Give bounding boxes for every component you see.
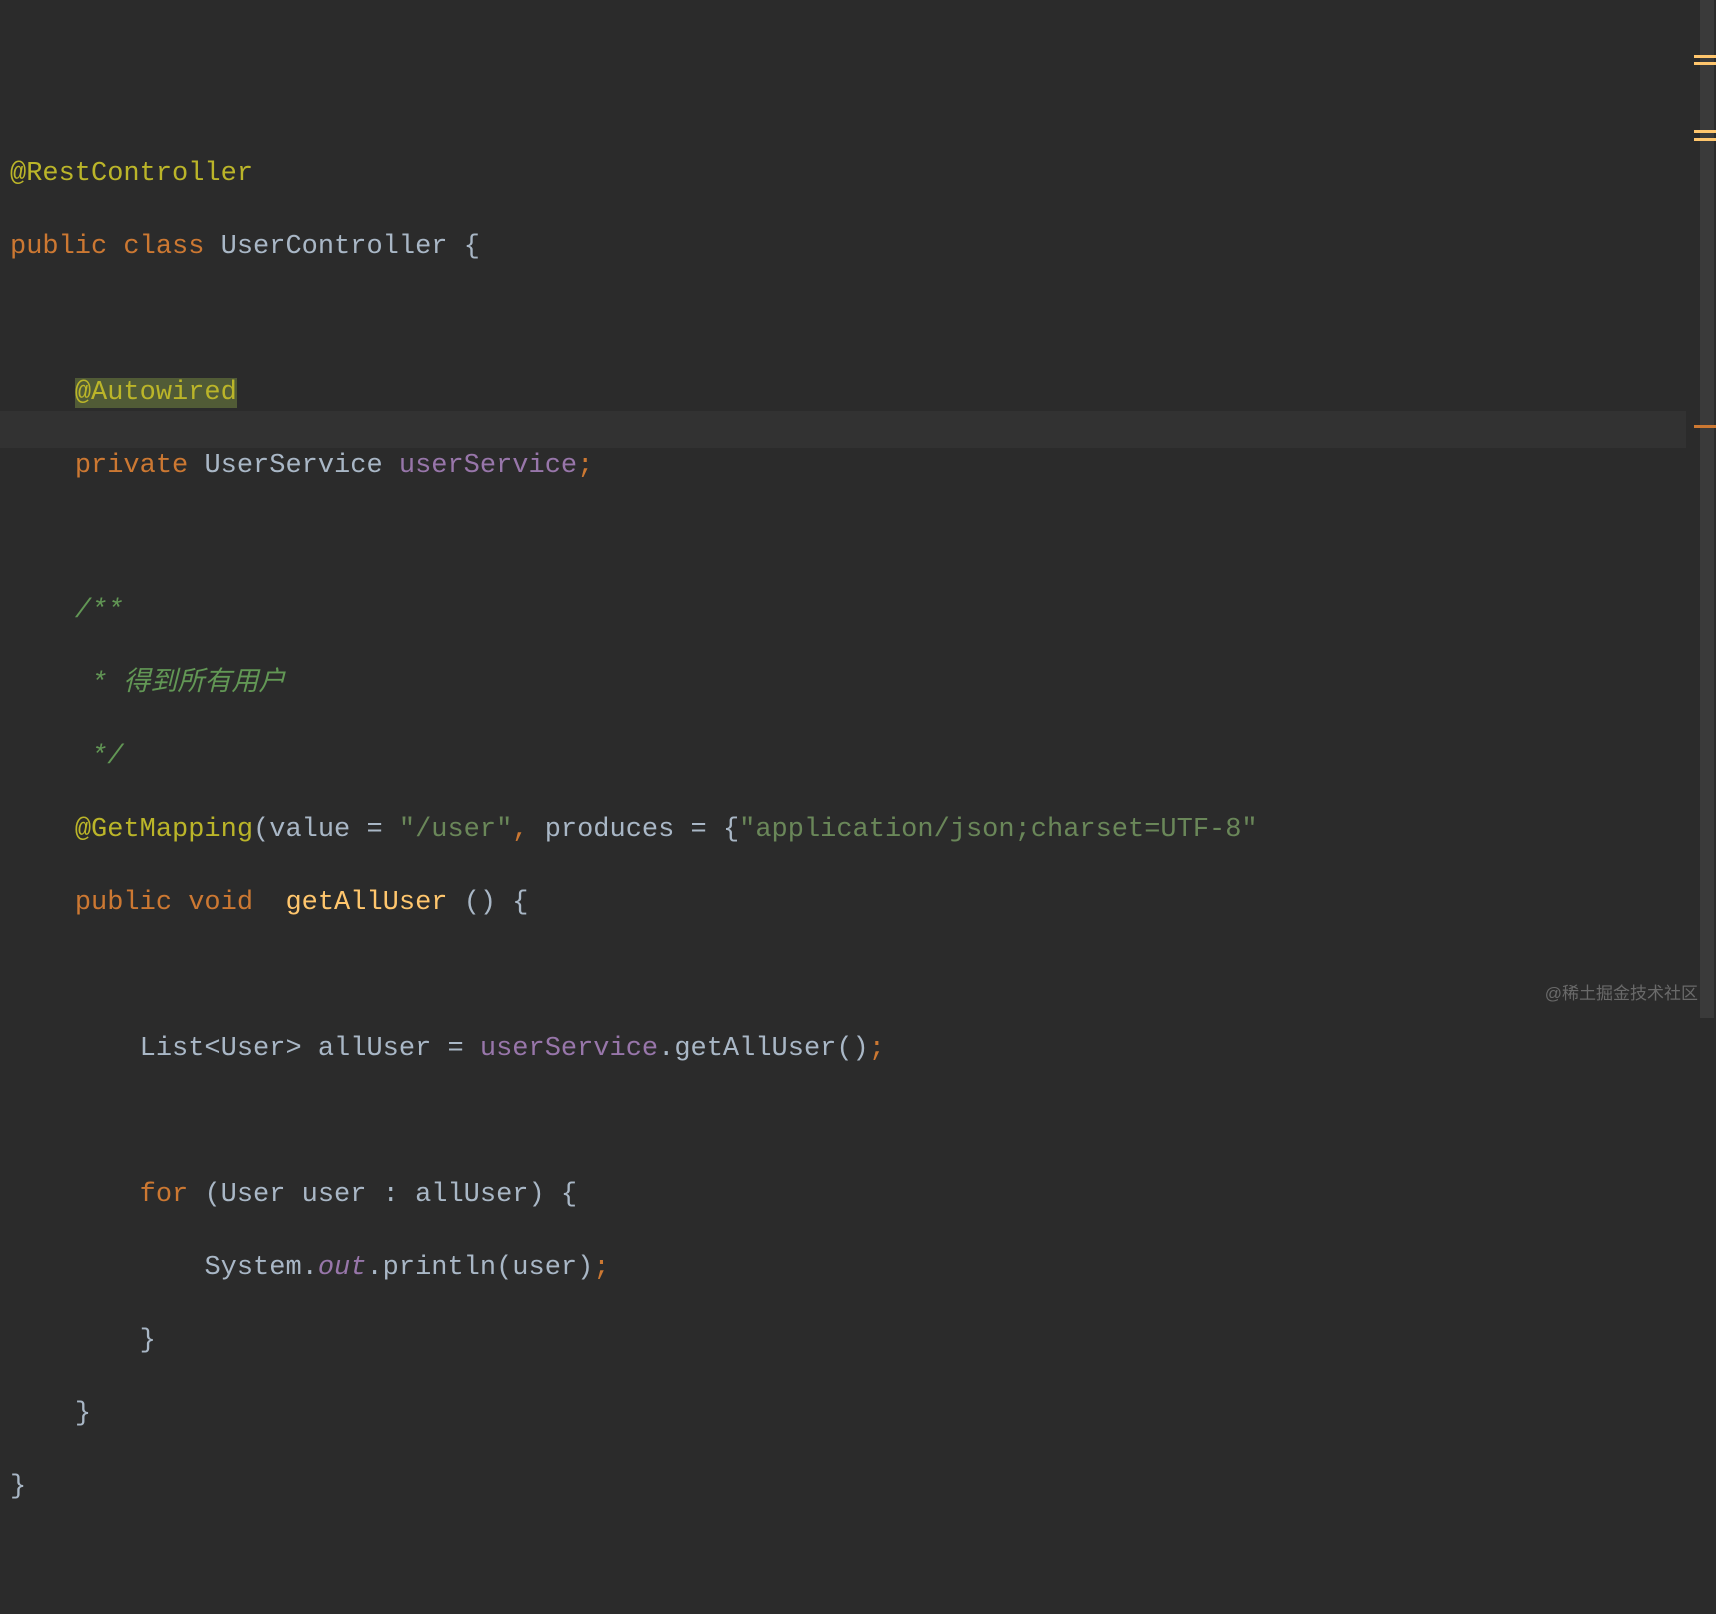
- javadoc-start: /**: [75, 596, 124, 626]
- code-line: @GetMapping(value = "/user", produces = …: [10, 812, 1716, 849]
- code-line: public class UserController {: [10, 229, 1716, 266]
- watermark-text: @稀土掘金技术社区: [1545, 983, 1698, 1006]
- code-line: * 得到所有用户: [10, 666, 1716, 703]
- code-line: private UserService userService;: [10, 448, 1716, 485]
- code-line: */: [10, 739, 1716, 776]
- annotation-highlighted: @Autowired: [75, 378, 237, 408]
- code-line: for (User user : allUser) {: [10, 1177, 1716, 1214]
- code-line: List<User> allUser = userService.getAllU…: [10, 1031, 1716, 1068]
- code-line: [10, 302, 1716, 339]
- method-name: getAllUser: [285, 888, 463, 918]
- annotation: @RestController: [10, 159, 253, 189]
- code-content: @RestController public class UserControl…: [10, 119, 1716, 1578]
- javadoc-text: * 得到所有用户: [75, 669, 286, 699]
- code-line: [10, 1104, 1716, 1141]
- code-line: @RestController: [10, 156, 1716, 193]
- code-line: [10, 520, 1716, 557]
- code-line: System.out.println(user);: [10, 1250, 1716, 1287]
- code-line: }: [10, 1323, 1716, 1360]
- minimap-marker: [1694, 55, 1716, 58]
- javadoc-end: */: [75, 742, 124, 772]
- minimap-marker: [1694, 62, 1716, 65]
- code-line: public void getAllUser () {: [10, 885, 1716, 922]
- code-line: @Autowired: [10, 375, 1716, 412]
- code-line: }: [10, 1396, 1716, 1433]
- code-editor[interactable]: @RestController public class UserControl…: [0, 0, 1716, 1614]
- code-line: /**: [10, 593, 1716, 630]
- code-line-current: [10, 958, 1716, 995]
- code-line: }: [10, 1469, 1716, 1506]
